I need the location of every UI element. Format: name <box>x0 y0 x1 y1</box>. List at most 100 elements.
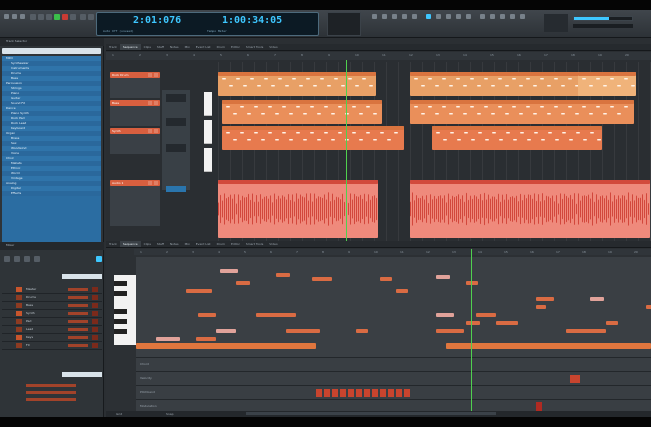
midi-note[interactable] <box>186 289 212 293</box>
automation-lane[interactable]: Pitchbend <box>136 385 651 400</box>
tab-video[interactable]: Video <box>266 44 280 50</box>
mixer-row[interactable]: Master <box>2 286 102 294</box>
track-header[interactable]: Synth <box>110 128 160 154</box>
inst-slot-2[interactable] <box>166 118 186 126</box>
midi-note[interactable] <box>536 297 554 301</box>
track-header[interactable]: Bass <box>110 100 160 126</box>
mixer-row-mute[interactable] <box>92 327 98 332</box>
black-key[interactable] <box>114 309 127 314</box>
automation-block[interactable] <box>332 389 338 397</box>
arrange-grid[interactable] <box>218 62 651 241</box>
mixer-preset-select[interactable] <box>62 372 102 377</box>
horizontal-scrollbar[interactable] <box>246 412 496 415</box>
mixer-row-mute[interactable] <box>92 295 98 300</box>
midi-note[interactable] <box>566 329 606 333</box>
punch-button[interactable] <box>80 14 86 20</box>
track-name-bar[interactable]: Bass <box>110 100 160 106</box>
mixer-row[interactable]: Bass <box>2 302 102 310</box>
browser-search-input[interactable] <box>2 48 101 54</box>
midi-note[interactable] <box>216 329 236 333</box>
midi-note[interactable] <box>220 269 238 273</box>
black-key[interactable] <box>114 329 127 334</box>
clip-header[interactable] <box>222 100 382 104</box>
tab-sequence[interactable]: Sequence <box>120 241 141 247</box>
automation-block[interactable] <box>404 389 410 397</box>
midi-note[interactable] <box>496 321 518 325</box>
stop-button[interactable] <box>46 14 52 20</box>
track-mute-button[interactable] <box>148 101 152 105</box>
tab-mix[interactable]: Mix <box>182 241 193 247</box>
piano-roll[interactable] <box>136 257 651 357</box>
save-icon[interactable] <box>20 14 25 19</box>
automation-block[interactable] <box>570 375 580 383</box>
tab-event-list[interactable]: Event List <box>193 44 214 50</box>
mixer-icon[interactable] <box>480 14 485 19</box>
clip-header[interactable] <box>218 72 376 76</box>
eraser-tool-icon[interactable] <box>392 14 397 19</box>
video-icon[interactable] <box>510 14 515 19</box>
playhead-top[interactable] <box>346 60 347 241</box>
automation-block[interactable] <box>324 389 330 397</box>
tab-track[interactable]: Track <box>106 44 120 50</box>
notes-icon[interactable] <box>520 14 525 19</box>
mixer-row[interactable]: Keys <box>2 334 102 342</box>
midi-note[interactable] <box>476 313 496 317</box>
track-header[interactable]: Audio 1 <box>110 180 160 226</box>
midi-note[interactable] <box>436 329 464 333</box>
split-tool-icon[interactable] <box>402 14 407 19</box>
automation-block[interactable] <box>348 389 354 397</box>
mixer-row-mute[interactable] <box>92 311 98 316</box>
mixer-row-mute[interactable] <box>92 319 98 324</box>
mixer-bus-row[interactable] <box>2 396 102 403</box>
track-header[interactable]: Rock Drum <box>110 72 160 98</box>
clip-header[interactable] <box>218 180 378 184</box>
loop-button[interactable] <box>70 14 76 20</box>
record-button[interactable] <box>62 14 68 20</box>
track-name-bar[interactable]: Audio 1 <box>110 180 160 186</box>
midi-note[interactable] <box>196 337 216 341</box>
mixer-row[interactable]: Synth <box>2 310 102 318</box>
inst-slot-3[interactable] <box>166 144 186 152</box>
midi-note[interactable] <box>198 313 216 317</box>
tab-clips[interactable]: Clips <box>141 241 154 247</box>
track-solo-button[interactable] <box>154 181 158 185</box>
tab-editor[interactable]: Editor <box>228 44 243 50</box>
track-solo-button[interactable] <box>154 129 158 133</box>
grid-icon[interactable] <box>436 14 441 19</box>
black-key[interactable] <box>114 319 127 324</box>
mixer-loop-button[interactable] <box>34 256 40 262</box>
folder-icon[interactable] <box>12 14 17 19</box>
inst-slot-1[interactable] <box>166 94 186 102</box>
mixer-search-input[interactable] <box>62 274 102 279</box>
track-mute-button[interactable] <box>148 129 152 133</box>
time-display-panel[interactable]: 2:01:076 1:00:34:05 Auto Off (unused) Te… <box>96 12 319 36</box>
forward-button[interactable] <box>38 14 44 20</box>
clip-header[interactable] <box>432 126 602 130</box>
midi-note[interactable] <box>466 281 478 285</box>
black-key[interactable] <box>114 281 127 286</box>
zoom-tool-icon[interactable] <box>412 14 417 19</box>
tab-notes[interactable]: Notes <box>167 241 182 247</box>
mixer-rewind-button[interactable] <box>4 256 10 262</box>
chord-clip[interactable] <box>136 343 316 349</box>
quantize-icon[interactable] <box>446 14 451 19</box>
clip-header[interactable] <box>578 72 636 76</box>
tab-drum[interactable]: Drum <box>214 241 228 247</box>
tab-smart-tools[interactable]: Smart Tools <box>243 241 266 247</box>
track-mute-button[interactable] <box>148 181 152 185</box>
midi-note[interactable] <box>646 305 651 309</box>
automation-block[interactable] <box>364 389 370 397</box>
piano-keyboard[interactable] <box>114 275 136 345</box>
midi-note[interactable] <box>436 275 450 279</box>
tab-staff[interactable]: Staff <box>154 44 167 50</box>
midi-note[interactable] <box>356 329 368 333</box>
clip-header[interactable] <box>222 126 404 130</box>
mixer-row-mute[interactable] <box>92 287 98 292</box>
tab-staff[interactable]: Staff <box>154 241 167 247</box>
track-solo-button[interactable] <box>154 73 158 77</box>
automation-block[interactable] <box>340 389 346 397</box>
mixer-row[interactable]: Pad <box>2 318 102 326</box>
tab-smart-tools[interactable]: Smart Tools <box>243 44 266 50</box>
tab-sequence[interactable]: Sequence <box>120 44 141 50</box>
black-key[interactable] <box>114 291 127 296</box>
